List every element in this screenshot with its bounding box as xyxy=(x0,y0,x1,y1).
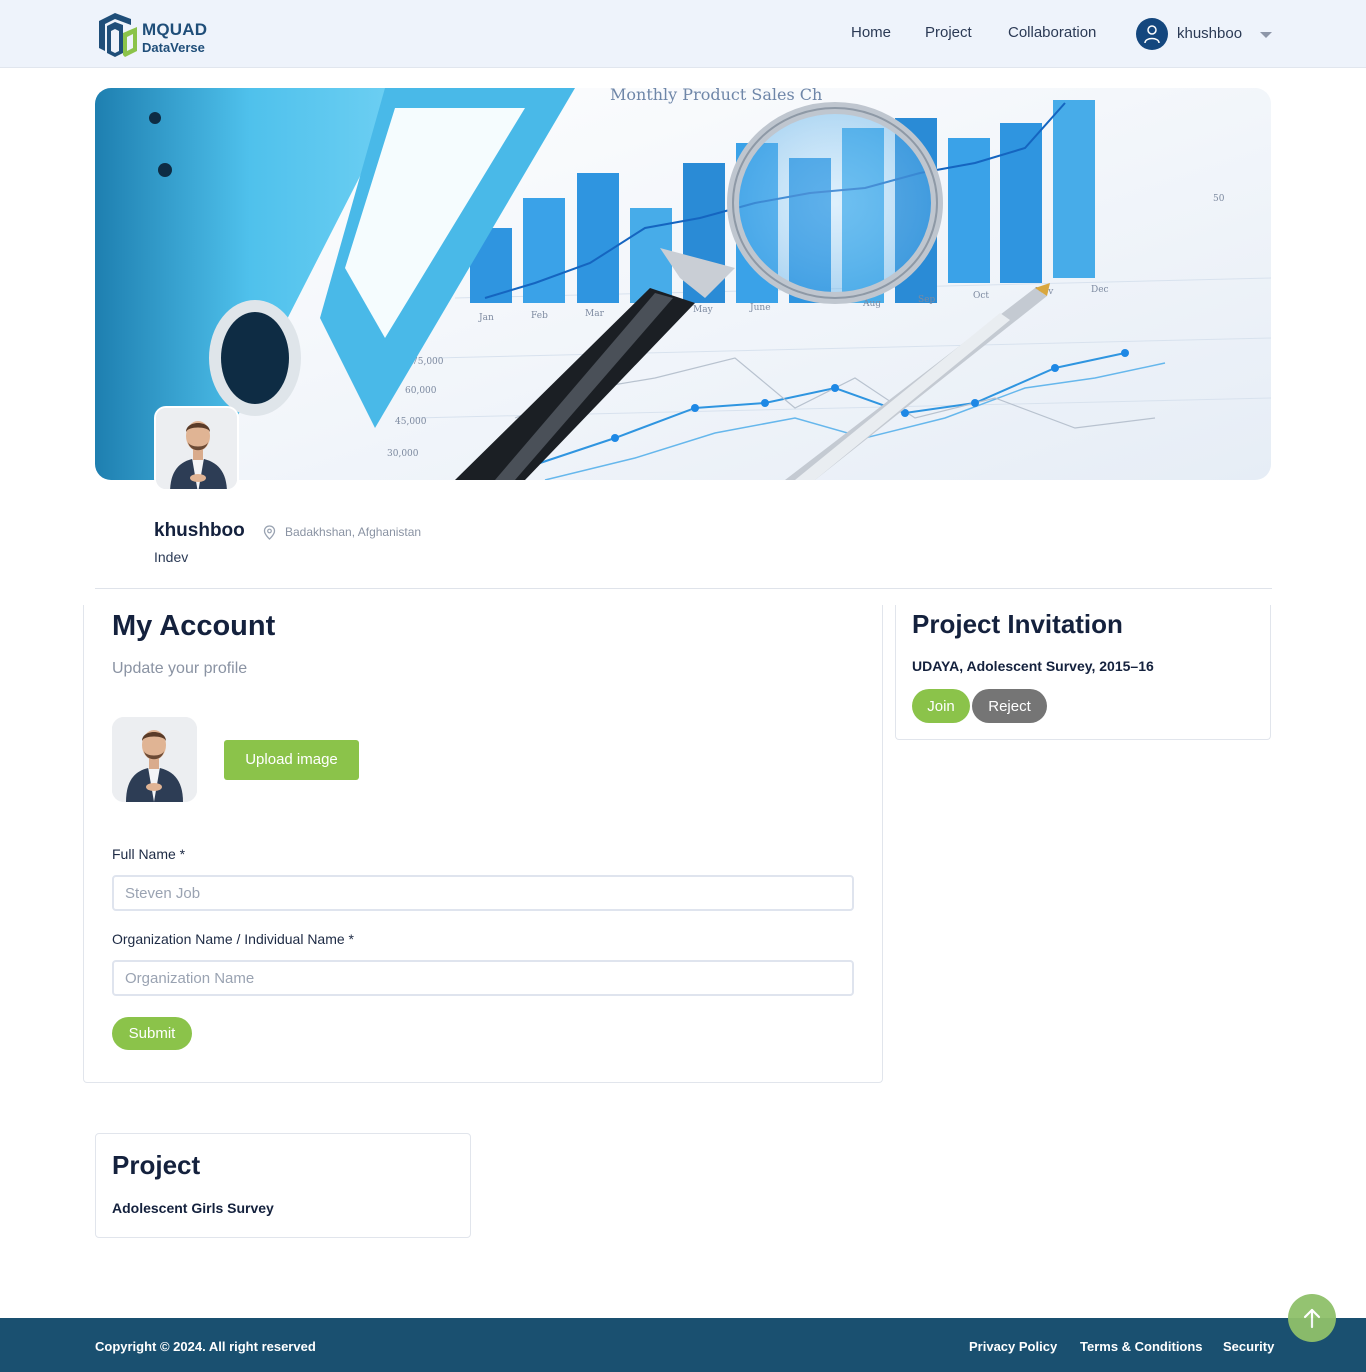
svg-text:May: May xyxy=(693,305,714,315)
magnifying-glass-chart-photo: Monthly Product Sales Ch Jan Feb Mar May Ju… xyxy=(95,88,1271,480)
footer-terms-link[interactable]: Terms & Conditions xyxy=(1080,1339,1203,1354)
svg-text:Feb: Feb xyxy=(531,311,548,321)
person-portrait-image xyxy=(112,717,197,802)
scroll-to-top-button[interactable] xyxy=(1288,1294,1336,1342)
account-avatar-preview xyxy=(112,717,197,802)
svg-text:Jan: Jan xyxy=(478,313,494,323)
svg-text:Oct: Oct xyxy=(973,291,989,301)
upload-image-button[interactable]: Upload image xyxy=(224,740,359,780)
profile-location: Badakhshan, Afghanistan xyxy=(285,525,422,539)
person-portrait-image xyxy=(156,408,237,489)
profile-role: Indev xyxy=(154,549,189,565)
profile-name: khushboo xyxy=(154,520,245,541)
submit-button[interactable]: Submit xyxy=(112,1017,192,1050)
user-icon xyxy=(1144,25,1160,44)
user-menu-name[interactable]: khushboo xyxy=(1177,25,1242,42)
nav-collaboration[interactable]: Collaboration xyxy=(1008,24,1096,41)
svg-text:Mar: Mar xyxy=(585,309,605,319)
top-navbar: MQUAD DataVerse Home Project Collaborati… xyxy=(0,0,1366,68)
reject-button[interactable]: Reject xyxy=(972,689,1047,723)
chevron-down-icon[interactable] xyxy=(1260,32,1272,38)
footer-copyright: Copyright © 2024. All right reserved xyxy=(95,1339,316,1354)
location-pin-icon xyxy=(263,525,276,540)
svg-text:75,000: 75,000 xyxy=(412,357,444,367)
svg-text:Sep: Sep xyxy=(918,295,935,305)
arrow-up-icon xyxy=(1303,1308,1321,1329)
project-invitation-title: Project Invitation xyxy=(912,609,1123,639)
svg-text:30,000: 30,000 xyxy=(387,449,419,459)
nav-project[interactable]: Project xyxy=(925,24,972,41)
full-name-input[interactable] xyxy=(112,875,854,911)
my-account-subtitle: Update your profile xyxy=(112,660,248,677)
full-name-label: Full Name * xyxy=(112,846,186,862)
brand-logo[interactable]: MQUAD DataVerse xyxy=(97,11,227,57)
join-button[interactable]: Join xyxy=(912,689,970,723)
profile-cover-banner: Monthly Product Sales Ch Jan Feb Mar May Ju… xyxy=(95,88,1271,480)
svg-text:60,000: 60,000 xyxy=(405,386,437,396)
project-card xyxy=(95,1133,471,1238)
project-title: Project xyxy=(112,1150,201,1180)
brand-name-line1: MQUAD xyxy=(142,20,208,39)
svg-text:Aug: Aug xyxy=(862,299,881,309)
section-divider xyxy=(95,588,1272,589)
svg-text:45,000: 45,000 xyxy=(395,417,427,427)
nav-home[interactable]: Home xyxy=(851,24,891,41)
svg-text:50: 50 xyxy=(1213,194,1225,204)
svg-text:June: June xyxy=(749,303,771,313)
user-avatar[interactable] xyxy=(1136,18,1168,50)
invitation-project-name: UDAYA, Adolescent Survey, 2015–16 xyxy=(912,658,1154,674)
logo-icon xyxy=(99,13,137,57)
svg-text:Dec: Dec xyxy=(1091,285,1109,295)
banner-chart-title: Monthly Product Sales Ch xyxy=(610,88,822,104)
footer-privacy-link[interactable]: Privacy Policy xyxy=(969,1339,1057,1354)
profile-avatar xyxy=(154,406,239,491)
organization-name-input[interactable] xyxy=(112,960,854,996)
footer-security-link[interactable]: Security xyxy=(1223,1339,1274,1354)
brand-name-line2: DataVerse xyxy=(142,40,205,55)
my-account-title: My Account xyxy=(112,610,276,642)
project-list-item[interactable]: Adolescent Girls Survey xyxy=(112,1200,274,1216)
organization-name-label: Organization Name / Individual Name * xyxy=(112,931,355,947)
